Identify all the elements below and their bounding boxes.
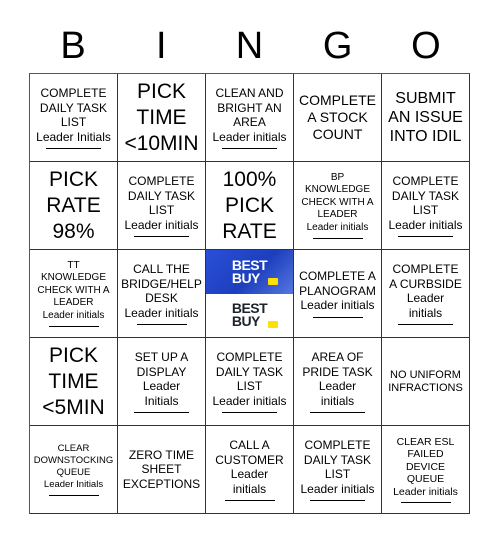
free-space-cell[interactable]: BEST BUY BEST BUY [206,250,294,338]
cell-text: 100% PICK RATE [222,167,277,243]
bingo-cell[interactable]: COMPLETE A CURBSIDE Leader initials [382,250,470,338]
bingo-header: B I N G O [29,20,470,73]
cell-text: COMPLETE A CURBSIDE Leader initials [389,262,462,320]
cell-text: ZERO TIME SHEET EXCEPTIONS [122,447,201,491]
cell-text: COMPLETE DAILY TASK LIST Leader initials [388,174,463,232]
bingo-cell[interactable]: COMPLETE DAILY TASK LIST Leader initials [118,162,206,250]
initials-blank-line [134,236,189,237]
best-buy-logo-text: BEST BUY [231,301,279,330]
logo-line-2: BUY [231,269,261,286]
cell-text: NO UNIFORM INFRACTIONS [388,368,463,394]
cell-text: SET UP A DISPLAY Leader Initials [134,350,189,408]
cell-text: CLEAN AND BRIGHT AN AREA Leader initials [212,86,287,144]
initials-blank-line [400,502,451,504]
bingo-cell[interactable]: COMPLETE DAILY TASK LIST Leader initials [382,162,470,250]
cell-text: CALL A CUSTOMER Leader initials [215,438,284,496]
cell-text: COMPLETE DAILY TASK LIST Leader initials [300,438,375,496]
initials-blank-line [48,326,99,328]
cell-text: COMPLETE DAILY TASK LIST Leader initials [212,350,287,408]
initials-blank-line [48,495,99,496]
bingo-cell[interactable]: CALL THE BRIDGE/HELP DESK Leader initial… [118,250,206,338]
initials-blank-line [310,412,365,413]
cell-text: CLEAR DOWNSTOCKING QUEUE Leader Initials [33,443,114,490]
bingo-cell[interactable]: TT KNOWLEDGE CHECK WITH A LEADER Leader … [30,250,118,338]
initials-blank-line [136,324,187,325]
bingo-cell[interactable]: AREA OF PRIDE TASK Leader initials [294,338,382,426]
logo-line-2: BUY [231,313,261,330]
bingo-cell[interactable]: COMPLETE A STOCK COUNT [294,74,382,162]
bingo-cell[interactable]: BP KNOWLEDGE CHECK WITH A LEADER Leader … [294,162,382,250]
bingo-cell[interactable]: NO UNIFORM INFRACTIONS [382,338,470,426]
cell-text: CALL THE BRIDGE/HELP DESK Leader initial… [121,262,202,320]
best-buy-logo-blue: BEST BUY [206,250,293,294]
header-letter-n: N [235,25,264,67]
bingo-cell[interactable]: PICK RATE 98% [30,162,118,250]
cell-text: AREA OF PRIDE TASK Leader initials [302,350,373,408]
header-letter-b: B [60,25,86,67]
best-buy-logo-white: BEST BUY [206,293,293,337]
bingo-cell[interactable]: ZERO TIME SHEET EXCEPTIONS [118,426,206,514]
cell-text: COMPLETE DAILY TASK LIST Leader initials [124,174,199,232]
bingo-cell[interactable]: COMPLETE DAILY TASK LIST Leader Initials [30,74,118,162]
cell-text: TT KNOWLEDGE CHECK WITH A LEADER Leader … [37,259,110,321]
cell-text: CLEAR ESL FAILED DEVICE QUEUE Leader ini… [393,435,458,498]
cell-text: PICK RATE 98% [46,167,101,243]
bingo-cell[interactable]: SET UP A DISPLAY Leader Initials [118,338,206,426]
header-letter-o: O [411,25,441,67]
cell-text: COMPLETE A STOCK COUNT [298,92,376,142]
initials-blank-line [224,500,275,501]
bingo-cell[interactable]: CLEAN AND BRIGHT AN AREA Leader initials [206,74,294,162]
initials-blank-line [222,148,277,149]
initials-blank-line [312,316,363,318]
bingo-card-grid: COMPLETE DAILY TASK LIST Leader Initials… [29,73,470,514]
initials-blank-line [46,148,101,149]
header-letter-i: I [156,25,167,67]
cell-text: COMPLETE DAILY TASK LIST Leader Initials [36,86,111,144]
bingo-cell[interactable]: 100% PICK RATE [206,162,294,250]
bingo-cell[interactable]: COMPLETE DAILY TASK LIST Leader initials [294,426,382,514]
best-buy-logo-text: BEST BUY [231,258,279,286]
bingo-cell[interactable]: CLEAR DOWNSTOCKING QUEUE Leader Initials [30,426,118,514]
bingo-cell[interactable]: CALL A CUSTOMER Leader initials [206,426,294,514]
initials-blank-line [134,412,189,413]
bingo-cell[interactable]: COMPLETE DAILY TASK LIST Leader initials [206,338,294,426]
initials-blank-line [222,412,277,413]
header-letter-g: G [322,25,353,67]
bingo-cell[interactable]: COMPLETE A PLANOGRAM Leader initials [294,250,382,338]
bingo-cell[interactable]: CLEAR ESL FAILED DEVICE QUEUE Leader ini… [382,426,470,514]
price-tag-icon [268,277,279,285]
cell-text: BP KNOWLEDGE CHECK WITH A LEADER Leader … [301,171,374,233]
bingo-cell[interactable]: SUBMIT AN ISSUE INTO IDIL [382,74,470,162]
initials-blank-line [398,324,453,325]
bingo-cell[interactable]: PICK TIME <10MIN [118,74,206,162]
cell-text: PICK TIME <5MIN [42,343,105,419]
cell-text: PICK TIME <10MIN [124,79,199,155]
cell-text: SUBMIT AN ISSUE INTO IDIL [388,90,463,145]
bingo-cell[interactable]: PICK TIME <5MIN [30,338,118,426]
initials-blank-line [398,236,453,237]
price-tag-icon [268,321,279,329]
initials-blank-line [310,500,365,501]
cell-text: COMPLETE A PLANOGRAM Leader initials [299,269,376,313]
initials-blank-line [312,238,363,240]
